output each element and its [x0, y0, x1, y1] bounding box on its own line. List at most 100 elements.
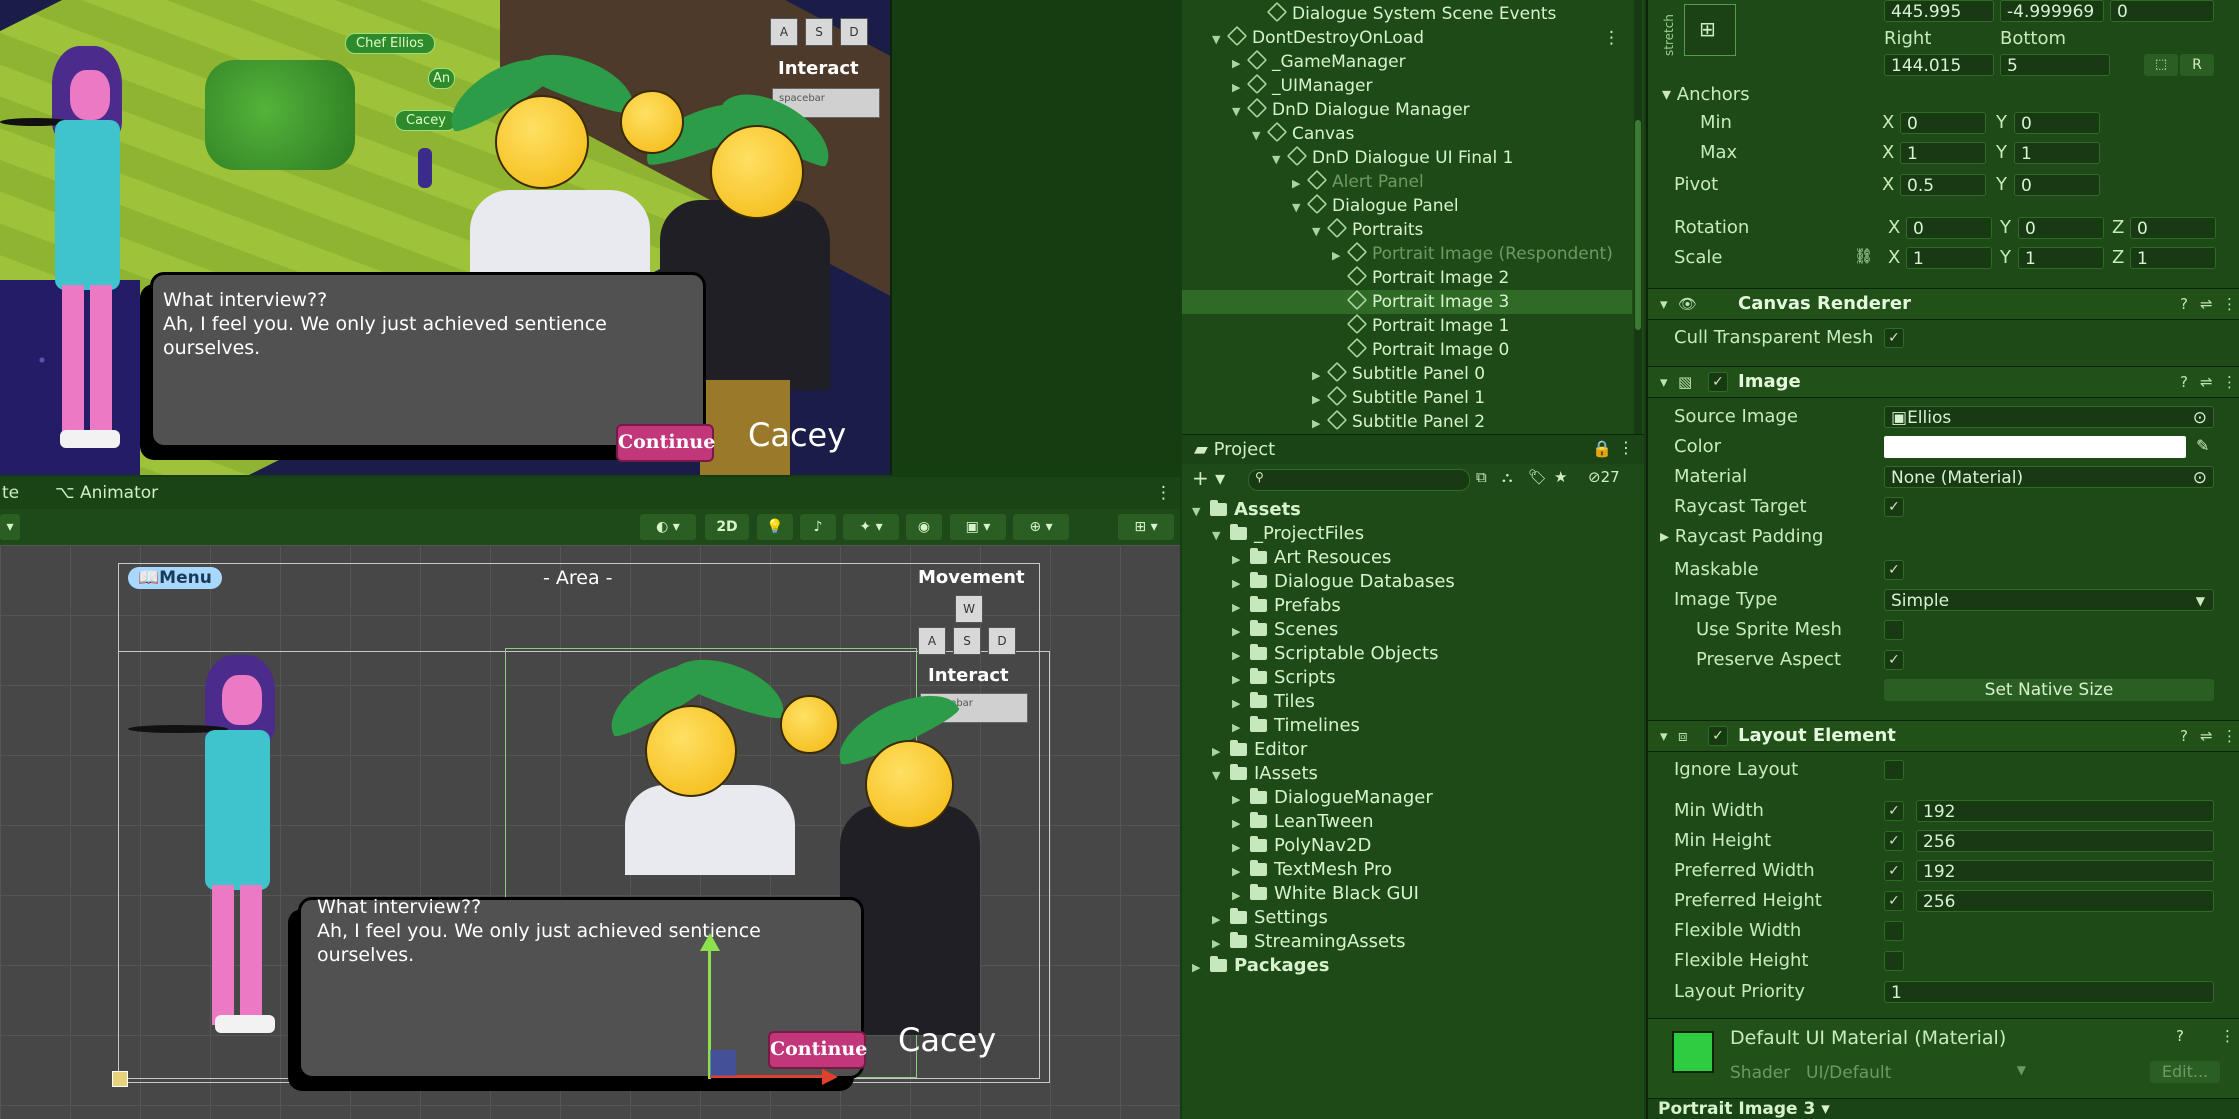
help-icon[interactable]: ? [2180, 727, 2188, 745]
collapse-arrow-icon[interactable]: ▶ [1232, 884, 1250, 908]
project-folder-item[interactable]: ▶ Timelines [1232, 714, 1360, 738]
anchor-presets-button[interactable]: ⊞ [1684, 4, 1736, 56]
collapse-arrow-icon[interactable]: ▶ [1232, 76, 1248, 100]
hierarchy-item[interactable]: ▶ Portrait Image (Respondent) [1182, 241, 1632, 268]
material-field[interactable]: None (Material) ⊙ [1884, 466, 2214, 488]
anchor-max-x-field[interactable]: 1 [1900, 142, 1986, 164]
collapse-arrow-icon[interactable]: ▶ [1232, 812, 1250, 836]
favorite-icon[interactable]: ★ [1554, 468, 1567, 486]
raw-edit-button[interactable]: R [2180, 54, 2214, 76]
min-width-checkbox[interactable]: ✓ [1884, 801, 1904, 821]
hierarchy-item-menu-icon[interactable]: ⋮ [1603, 26, 1620, 50]
hierarchy-item[interactable]: ▼ Dialogue Panel [1182, 193, 1632, 220]
preferred-width-field[interactable]: 192 [1916, 860, 2214, 882]
set-native-size-button[interactable]: Set Native Size [1884, 679, 2214, 701]
visibility-icon[interactable]: ◉ [906, 514, 942, 540]
pos-y-field[interactable]: -4.999969 [2000, 0, 2104, 22]
collapse-arrow-icon[interactable]: ▶ [1312, 412, 1328, 434]
rotation-z-field[interactable]: 0 [2130, 217, 2216, 239]
bottom-field[interactable]: 5 [2000, 54, 2110, 76]
move-gizmo-plane[interactable] [710, 1050, 736, 1076]
component-menu-icon[interactable]: ⋮ [2222, 727, 2237, 745]
layout-element-enabled-checkbox[interactable]: ✓ [1708, 726, 1728, 746]
scale-z-field[interactable]: 1 [2130, 247, 2216, 269]
project-folder-item[interactable]: ▼ IAssets [1212, 762, 1318, 786]
gizmos-icon[interactable]: ⊕ ▾ [1013, 514, 1069, 540]
rotation-x-field[interactable]: 0 [1906, 217, 1992, 239]
anchor-min-x-field[interactable]: 0 [1900, 112, 1986, 134]
collapse-arrow-icon[interactable]: ▶ [1232, 52, 1248, 76]
anchor-handle-icon[interactable] [112, 1071, 128, 1087]
expand-arrow-icon[interactable]: ▼ [1252, 124, 1268, 148]
hierarchy-item[interactable]: ▼ DnD Dialogue UI Final 1 [1182, 145, 1632, 170]
collapse-arrow-icon[interactable]: ▶ [1232, 716, 1250, 740]
scene-continue-button[interactable]: Continue [768, 1031, 867, 1069]
source-image-field[interactable]: ▣Ellios ⊙ [1884, 406, 2214, 428]
hierarchy-item[interactable]: ▼ DontDestroyOnLoad ⋮ [1182, 25, 1632, 50]
hierarchy-item[interactable]: Portrait Image 2 [1182, 265, 1632, 290]
component-menu-icon[interactable]: ⋮ [2222, 295, 2237, 313]
preserve-aspect-checkbox[interactable]: ✓ [1884, 650, 1904, 670]
cull-transparent-mesh-checkbox[interactable]: ✓ [1884, 328, 1904, 348]
toggle-2d-button[interactable]: 2D [705, 514, 749, 540]
collapse-arrow-icon[interactable]: ▶ [1332, 244, 1348, 268]
move-gizmo-x-arrow-icon[interactable] [822, 1069, 838, 1085]
hierarchy-item[interactable]: Portrait Image 0 [1182, 337, 1632, 362]
min-height-checkbox[interactable]: ✓ [1884, 831, 1904, 851]
constrain-proportions-icon[interactable]: ⛓ [1854, 247, 1873, 265]
collapse-arrow-icon[interactable]: ▶ [1232, 836, 1250, 860]
preferred-height-field[interactable]: 256 [1916, 890, 2214, 912]
project-tree[interactable]: ▼ Assets ▼ _ProjectFiles ▶ Art Resouces ▶ Dialo… [1182, 494, 1644, 1119]
project-folder-item[interactable]: ▶ LeanTween [1232, 810, 1374, 834]
hierarchy-item[interactable]: Dialogue System Scene Events [1182, 1, 1632, 26]
tool-dropdown-icon[interactable]: ▾ [0, 514, 20, 540]
min-height-field[interactable]: 256 [1916, 830, 2214, 852]
hierarchy-item[interactable]: ▶ _UIManager [1182, 73, 1632, 100]
collapse-arrow-icon[interactable]: ▶ [1232, 572, 1250, 596]
expand-arrow-icon[interactable]: ▼ [1292, 196, 1308, 220]
collapse-arrow-icon[interactable]: ▶ [1232, 788, 1250, 812]
hierarchy-item[interactable]: ▶ Subtitle Panel 1 [1182, 385, 1632, 412]
use-sprite-mesh-checkbox[interactable] [1884, 620, 1904, 640]
project-folder-item[interactable]: ▶ Scripts [1232, 666, 1336, 690]
right-field[interactable]: 144.015 [1884, 54, 1994, 76]
inspector-footer[interactable]: Portrait Image 3 ▾ [1648, 1098, 2239, 1119]
preferred-height-checkbox[interactable]: ✓ [1884, 891, 1904, 911]
create-asset-icon[interactable]: + ▾ [1192, 466, 1225, 490]
canvas-renderer-header[interactable]: ▾ 👁 Canvas Renderer ? ⇌ ⋮ [1648, 288, 2239, 320]
collapse-arrow-icon[interactable]: ▶ [1232, 668, 1250, 692]
filter-icon[interactable]: ⛬ [1502, 468, 1513, 486]
project-folder-item[interactable]: ▶ TextMesh Pro [1232, 858, 1392, 882]
project-folder-item[interactable]: ▶ Prefabs [1232, 594, 1341, 618]
flexible-width-checkbox[interactable] [1884, 921, 1904, 941]
hierarchy-item[interactable]: ▼ Portraits [1182, 217, 1632, 242]
project-folder-item[interactable]: ▶ Packages [1192, 954, 1329, 978]
collapse-arrow-icon[interactable]: ▶ [1232, 644, 1250, 668]
tab-animator[interactable]: ⌥ Animator [55, 483, 158, 503]
search-by-type-icon[interactable]: ⧉ [1476, 468, 1487, 486]
help-icon[interactable]: ? [2180, 373, 2188, 391]
lighting-icon[interactable]: 💡 [757, 514, 793, 540]
hierarchy-scrollbar[interactable] [1634, 0, 1642, 434]
min-width-field[interactable]: 192 [1916, 800, 2214, 822]
project-folder-item[interactable]: ▶ Settings [1212, 906, 1328, 930]
anchor-min-y-field[interactable]: 0 [2014, 112, 2100, 134]
scale-y-field[interactable]: 1 [2018, 247, 2104, 269]
tab-project[interactable]: ▰ Project [1194, 439, 1275, 460]
shader-dropdown[interactable]: UI/Default ▼ [1806, 1063, 2026, 1083]
hierarchy-item[interactable]: ▶ Alert Panel [1182, 169, 1632, 194]
object-picker-icon[interactable]: ⊙ [2193, 467, 2207, 487]
hierarchy-item[interactable]: Portrait Image 1 [1182, 313, 1632, 338]
collapse-arrow-icon[interactable]: ▶ [1312, 388, 1328, 412]
component-menu-icon[interactable]: ⋮ [2222, 373, 2237, 391]
project-more-icon[interactable]: ⋮ [1618, 438, 1634, 457]
hierarchy-item[interactable]: ▶ Subtitle Panel 0 [1182, 361, 1632, 386]
collapse-arrow-icon[interactable]: ▶ [1232, 860, 1250, 884]
edit-shader-button[interactable]: Edit... [2150, 1061, 2220, 1083]
layout-priority-field[interactable]: 1 [1884, 981, 2214, 1003]
label-icon[interactable]: 🏷 [1528, 468, 1547, 486]
project-folder-item[interactable]: ▼ _ProjectFiles [1212, 522, 1364, 546]
grid-icon[interactable]: ⊞ ▾ [1118, 514, 1174, 540]
maskable-checkbox[interactable]: ✓ [1884, 560, 1904, 580]
collapse-arrow-icon[interactable]: ▶ [1232, 548, 1250, 572]
